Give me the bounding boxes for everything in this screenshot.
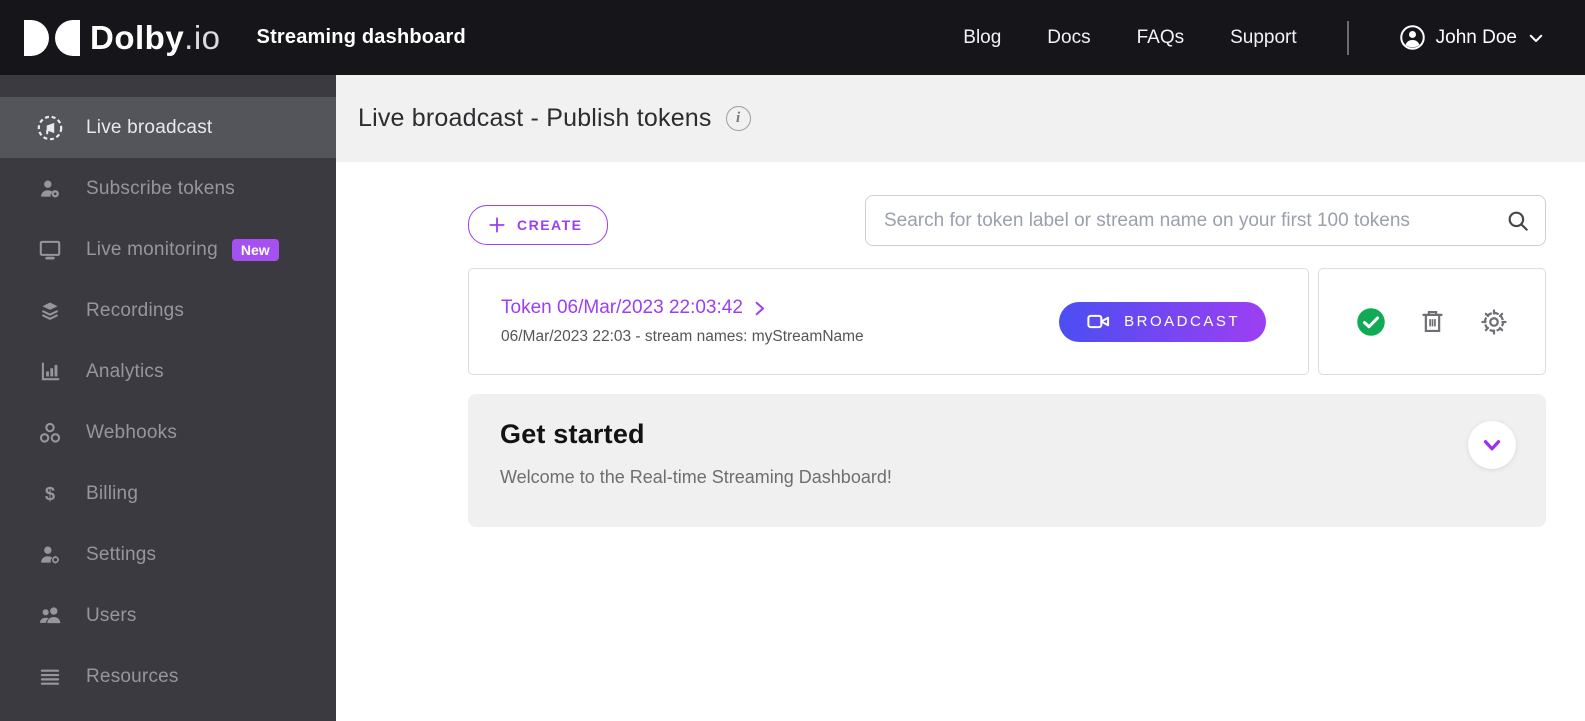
sidebar-item-label: Resources: [86, 665, 179, 687]
sidebar-item-label: Live broadcast: [86, 116, 213, 138]
token-row: Token 06/Mar/2023 22:03:42 06/Mar/2023 2…: [468, 268, 1546, 375]
page-title-band: Live broadcast - Publish tokens i: [336, 75, 1585, 162]
delete-icon[interactable]: [1418, 307, 1447, 336]
users-icon: [36, 602, 64, 630]
sidebar-item-users[interactable]: Users: [0, 585, 336, 646]
logo-text: Dolby.io: [90, 18, 221, 56]
active-check-icon[interactable]: [1356, 307, 1386, 337]
webhook-icon: [36, 419, 64, 447]
dolby-logo: Dolby.io: [24, 19, 221, 57]
user-name: John Doe: [1435, 26, 1517, 48]
token-link[interactable]: Token 06/Mar/2023 22:03:42: [501, 297, 864, 319]
token-title-label: Token 06/Mar/2023 22:03:42: [501, 297, 743, 318]
chevron-down-icon: [1527, 29, 1545, 47]
settings-gear-icon[interactable]: [1479, 307, 1509, 337]
nav-faqs[interactable]: FAQs: [1137, 27, 1185, 49]
sidebar-item-subscribe-tokens[interactable]: Subscribe tokens: [0, 158, 336, 219]
main-area: Live broadcast - Publish tokens i CREATE: [336, 75, 1585, 721]
chevron-down-icon: [1479, 432, 1505, 458]
broadcast-button[interactable]: BROADCAST: [1059, 301, 1266, 342]
dolby-double-d-icon: [24, 19, 80, 56]
sidebar-item-label: Webhooks: [86, 421, 178, 443]
toolbar: CREATE: [468, 195, 1546, 246]
new-badge: New: [231, 238, 279, 261]
page-title: Live broadcast - Publish tokens: [358, 104, 712, 132]
token-info: Token 06/Mar/2023 22:03:42 06/Mar/2023 2…: [501, 297, 864, 346]
search-icon[interactable]: [1505, 208, 1531, 239]
subscriber-icon: [36, 175, 64, 203]
sidebar-item-resources[interactable]: Resources: [0, 646, 336, 707]
chevron-right-icon: [751, 300, 768, 317]
get-started-panel: Get started Welcome to the Real-time Str…: [468, 394, 1546, 527]
token-subtitle: 06/Mar/2023 22:03 - stream names: myStre…: [501, 328, 864, 345]
avatar-icon: [1399, 24, 1426, 51]
list-icon: [36, 663, 64, 691]
search-input[interactable]: [865, 195, 1546, 246]
expand-get-started-button[interactable]: [1468, 421, 1516, 469]
top-header: Dolby.io Streaming dashboard Blog Docs F…: [0, 0, 1585, 75]
sidebar-item-live-broadcast[interactable]: Live broadcast: [0, 97, 336, 158]
user-menu[interactable]: John Doe: [1399, 24, 1545, 51]
dollar-icon: $: [36, 480, 64, 508]
bar-chart-icon: [36, 358, 64, 386]
svg-text:$: $: [45, 482, 55, 503]
header-nav: Blog Docs FAQs Support John Doe: [963, 20, 1545, 55]
header-divider: [1346, 20, 1349, 55]
content: CREATE Token 06/Mar/2023 22:03:42: [336, 162, 1585, 527]
sidebar-item-label: Live monitoring: [86, 238, 218, 260]
sidebar-item-label: Analytics: [86, 360, 164, 382]
create-button-label: CREATE: [517, 216, 583, 233]
sidebar-item-label: Billing: [86, 482, 139, 504]
search-box: [865, 195, 1546, 246]
create-button[interactable]: CREATE: [468, 204, 608, 245]
sidebar-item-analytics[interactable]: Analytics: [0, 341, 336, 402]
sidebar-item-label: Users: [86, 604, 137, 626]
info-icon[interactable]: i: [725, 106, 751, 131]
sidebar-item-label: Subscribe tokens: [86, 177, 235, 199]
token-card: Token 06/Mar/2023 22:03:42 06/Mar/2023 2…: [468, 268, 1309, 375]
app-title: Streaming dashboard: [256, 26, 466, 48]
get-started-subtitle: Welcome to the Real-time Streaming Dashb…: [500, 467, 892, 487]
sidebar-item-settings[interactable]: Settings: [0, 524, 336, 585]
sidebar: Live broadcast Subscribe tokens Live mon…: [0, 75, 336, 721]
layers-icon: [36, 297, 64, 325]
nav-docs[interactable]: Docs: [1047, 27, 1090, 49]
monitor-icon: [36, 236, 64, 264]
sidebar-item-recordings[interactable]: Recordings: [0, 280, 336, 341]
nav-blog[interactable]: Blog: [963, 27, 1001, 49]
sidebar-item-label: Recordings: [86, 299, 185, 321]
sidebar-item-billing[interactable]: $ Billing: [0, 463, 336, 524]
user-gear-icon: [36, 541, 64, 569]
video-camera-icon: [1085, 308, 1112, 335]
nav-support[interactable]: Support: [1230, 27, 1297, 49]
sidebar-item-webhooks[interactable]: Webhooks: [0, 402, 336, 463]
sidebar-item-label: Settings: [86, 543, 157, 565]
broadcast-button-label: BROADCAST: [1124, 313, 1240, 330]
sidebar-item-live-monitoring[interactable]: Live monitoring New: [0, 219, 336, 280]
plus-icon: [487, 215, 507, 235]
broadcast-icon: [36, 114, 64, 142]
token-actions-card: [1318, 268, 1546, 375]
get-started-title: Get started: [500, 419, 645, 449]
